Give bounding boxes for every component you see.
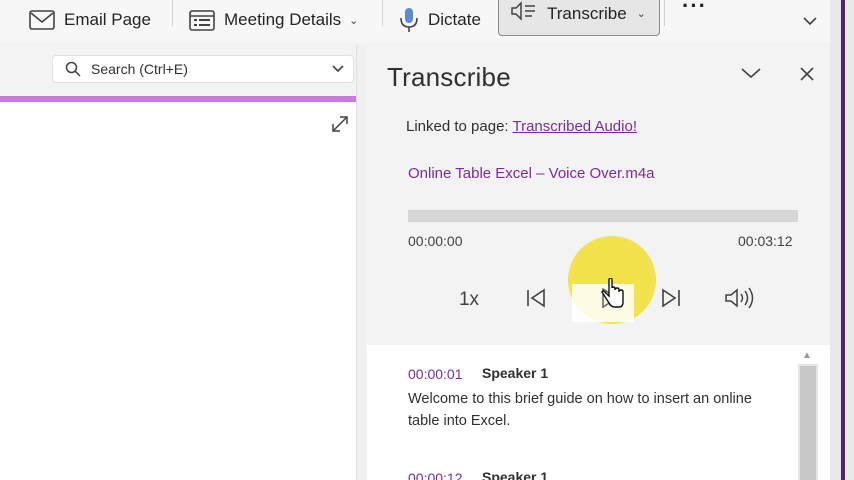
ribbon-separator	[382, 0, 383, 26]
chevron-down-icon: ⌄	[636, 8, 646, 20]
skip-forward-icon	[659, 287, 683, 314]
page-canvas[interactable]	[0, 102, 356, 480]
chevron-down-icon[interactable]	[740, 66, 762, 85]
segment-text: Welcome to this brief guide on how to in…	[408, 391, 752, 429]
linked-page-link[interactable]: Transcribed Audio!	[512, 118, 637, 135]
window-border	[841, 0, 845, 480]
segment-timestamp[interactable]: 00:00:12	[408, 470, 463, 480]
search-box[interactable]: Search (Ctrl+E)	[52, 55, 354, 83]
ribbon-separator	[664, 0, 665, 26]
skip-back-icon	[524, 287, 548, 314]
search-placeholder: Search (Ctrl+E)	[91, 61, 188, 77]
linked-to-page: Linked to page: Transcribed Audio!	[406, 118, 637, 135]
expand-icon[interactable]	[330, 114, 350, 139]
envelope-icon	[28, 9, 56, 31]
email-page-button[interactable]: Email Page	[28, 0, 151, 40]
dictate-label: Dictate	[428, 10, 481, 29]
ribbon-separator	[172, 0, 173, 26]
ribbon: Email Page Meeting Details ⌄ Dictate Tra…	[0, 0, 830, 42]
transcribe-button[interactable]: Transcribe ⌄	[498, 0, 660, 36]
transcript-segment[interactable]: 00:00:12 Speaker 1	[367, 463, 797, 480]
mouse-pointer-icon	[600, 277, 626, 315]
skip-back-button[interactable]	[520, 282, 552, 318]
transcript-segment[interactable]: 00:00:01 Speaker 1 Welcome to this brief…	[367, 345, 797, 445]
microphone-icon	[398, 7, 420, 33]
chevron-down-icon: ⌄	[349, 14, 359, 27]
skip-forward-button[interactable]	[654, 282, 688, 318]
more-options-button[interactable]: ···	[682, 0, 707, 26]
search-icon	[65, 61, 81, 77]
chevron-down-icon[interactable]	[331, 64, 345, 74]
speaker-volume-icon	[723, 286, 755, 315]
playback-progress-bar[interactable]	[408, 210, 798, 222]
ribbon-collapse-chevron-icon[interactable]	[802, 14, 818, 32]
transcript-list: 00:00:01 Speaker 1 Welcome to this brief…	[367, 345, 830, 480]
pane-title: Transcribe	[387, 62, 511, 92]
scroll-up-arrow-icon[interactable]: ▲	[802, 350, 812, 361]
scrollbar-thumb[interactable]	[800, 366, 816, 480]
playback-speed-button[interactable]: 1x	[452, 282, 486, 318]
segment-speaker: Speaker 1	[482, 365, 549, 381]
volume-button[interactable]	[720, 282, 758, 318]
close-icon[interactable]	[799, 66, 815, 87]
meeting-details-label: Meeting Details	[224, 10, 342, 29]
dictate-button[interactable]: Dictate	[398, 0, 481, 40]
transcribe-label: Transcribe	[547, 3, 627, 23]
total-duration: 00:03:12	[738, 233, 793, 249]
segment-timestamp[interactable]: 00:00:01	[408, 366, 463, 382]
meeting-details-button[interactable]: Meeting Details ⌄	[188, 0, 358, 40]
transcribe-icon	[509, 0, 537, 28]
linked-prefix: Linked to page:	[406, 118, 513, 135]
more-icon: ···	[682, 0, 707, 18]
audio-file-name[interactable]: Online Table Excel – Voice Over.m4a	[408, 165, 655, 182]
segment-speaker: Speaker 1	[482, 469, 549, 480]
current-time: 00:00:00	[408, 233, 463, 249]
email-page-label: Email Page	[64, 10, 151, 29]
meeting-details-icon	[188, 8, 216, 32]
pane-divider[interactable]	[356, 45, 367, 480]
